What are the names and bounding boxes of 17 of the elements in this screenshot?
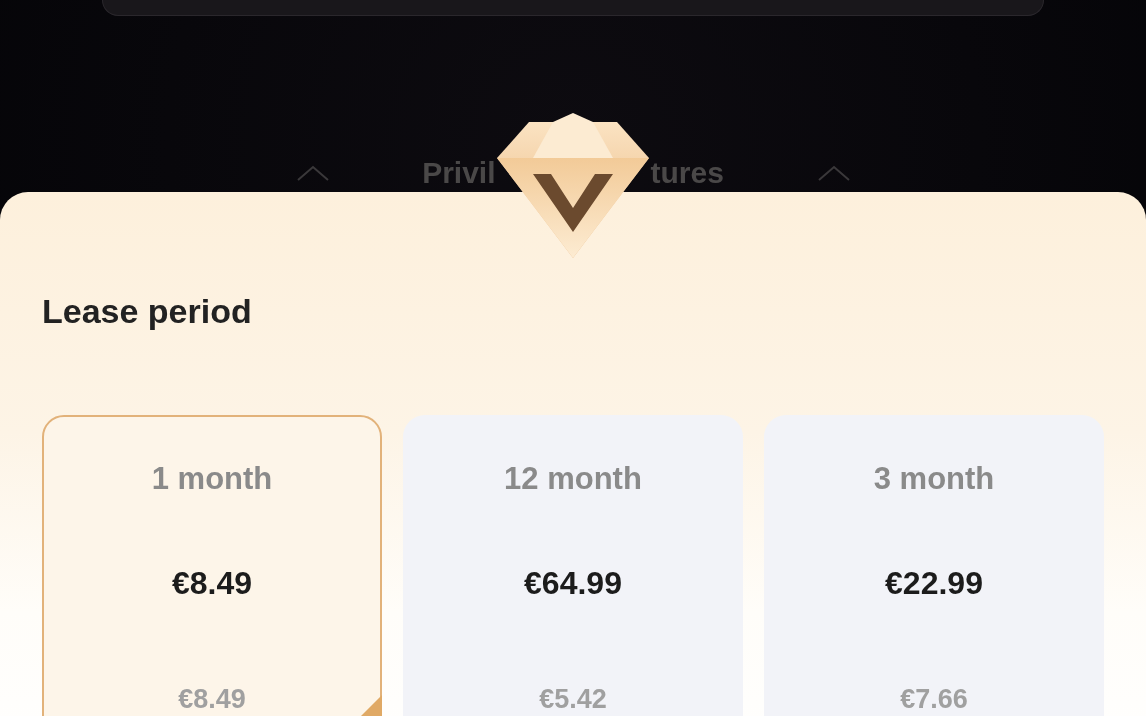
section-heading: Privil [422,156,496,190]
plan-monthly-price: €7.66 [900,684,968,715]
plan-monthly-price: €5.42 [539,684,607,715]
plan-card[interactable]: 3 month €22.99 €7.66 [764,415,1104,716]
diamond-outline-icon [816,165,851,181]
plan-period: 3 month [873,461,995,497]
plan-monthly-price: €8.49 [178,684,246,715]
plan-price: €8.49 [171,565,253,602]
section-heading: tures [650,156,724,190]
plan-price: €22.99 [885,565,983,602]
plan-card[interactable]: 12 month €64.99 €5.42 [403,415,743,716]
plan-period: 1 month [151,461,273,497]
plan-period: 12 month [504,461,642,497]
diamond-outline-icon [295,165,330,181]
lease-period-title: Lease period [42,292,253,331]
plan-price: €64.99 [524,565,622,602]
plan-card[interactable]: 1 month €8.49 €8.49 [42,415,382,716]
